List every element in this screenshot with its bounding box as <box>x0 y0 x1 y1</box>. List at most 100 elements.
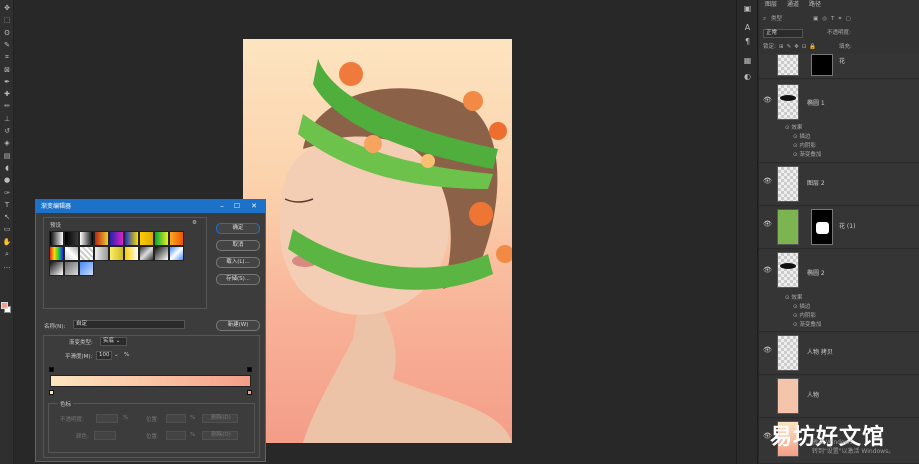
document-artwork[interactable] <box>243 39 512 443</box>
tab-paths[interactable]: 路径 <box>809 0 821 9</box>
visibility-eye-icon[interactable]: 👁 <box>763 346 772 354</box>
history-icon[interactable]: ▣ <box>742 3 753 14</box>
hand-icon[interactable]: ✋ <box>2 238 12 247</box>
layer-row[interactable]: 👁 椭圆 2 ⊙ 效果 ⊙ 描边 ⊙ 内阴影 ⊙ 渐变叠加 <box>759 250 919 332</box>
layer-row[interactable]: 👁 人物 拷贝 <box>759 333 919 375</box>
maximize-icon[interactable]: ☐ <box>231 200 243 213</box>
shape-icon[interactable]: ▭ <box>2 225 12 234</box>
layer-name[interactable]: 人物 <box>807 390 819 399</box>
lock-icons[interactable]: ⊞✎✥⊡🔒 <box>779 42 819 53</box>
effect-inner-shadow[interactable]: ⊙ 内阴影 <box>793 141 816 149</box>
gradient-preset-swatch[interactable] <box>64 261 79 276</box>
blur-icon[interactable]: ◖ <box>2 164 12 173</box>
gradient-icon[interactable]: ▤ <box>2 152 12 161</box>
gradient-preset-swatch[interactable] <box>94 246 109 261</box>
tab-layers[interactable]: 图层 <box>765 0 777 9</box>
effect-stroke[interactable]: ⊙ 描边 <box>793 302 810 310</box>
frame-icon[interactable]: ⊠ <box>2 66 12 75</box>
ok-button[interactable]: 确定 <box>216 223 260 234</box>
eyedropper-icon[interactable]: ✒ <box>2 78 12 87</box>
visibility-eye-icon[interactable]: 👁 <box>763 96 772 104</box>
smoothness-input[interactable]: 100 <box>96 351 112 360</box>
effect-inner-shadow[interactable]: ⊙ 内阴影 <box>793 311 816 319</box>
type-icon[interactable]: T <box>2 201 12 210</box>
healing-icon[interactable]: ✚ <box>2 90 12 99</box>
move-icon[interactable]: ✥ <box>2 4 12 13</box>
color-stop-left[interactable] <box>49 390 54 395</box>
gradient-preset-swatch[interactable] <box>139 231 154 246</box>
effect-stroke[interactable]: ⊙ 描边 <box>793 132 810 140</box>
gradient-preset-swatch[interactable] <box>109 246 124 261</box>
gradient-preset-swatch[interactable] <box>169 231 184 246</box>
lasso-icon[interactable]: ʘ <box>2 29 12 38</box>
layer-row[interactable]: 人物 <box>759 376 919 418</box>
visibility-eye-icon[interactable]: 👁 <box>763 220 772 228</box>
gradient-preset-swatch[interactable] <box>139 246 154 261</box>
history-brush-icon[interactable]: ↺ <box>2 127 12 136</box>
opacity-stop-right[interactable] <box>247 367 252 372</box>
layer-row[interactable]: 👁 椭圆 1 ⊙ 效果 ⊙ 描边 ⊙ 内阴影 ⊙ 渐变叠加 <box>759 80 919 163</box>
layer-name[interactable]: 花 (1) <box>839 221 855 230</box>
pen-icon[interactable]: ✑ <box>2 189 12 198</box>
minimize-icon[interactable]: – <box>216 200 228 213</box>
gradient-preset-swatch[interactable] <box>79 261 94 276</box>
paragraph-icon[interactable]: ¶ <box>742 36 753 47</box>
foreground-color-swatch[interactable] <box>1 302 8 309</box>
marquee-icon[interactable]: ⬚ <box>2 16 12 25</box>
gradient-preset-swatch[interactable] <box>79 246 94 261</box>
gradient-preset-swatch[interactable] <box>64 246 79 261</box>
character-icon[interactable]: A <box>742 22 753 33</box>
gradient-preset-swatch[interactable] <box>49 261 64 276</box>
quick-select-icon[interactable]: ✎ <box>2 41 12 50</box>
layer-name[interactable]: 图层 2 <box>807 178 825 187</box>
effect-gradient-overlay[interactable]: ⊙ 渐变叠加 <box>793 150 821 158</box>
blend-mode-select[interactable]: 正常 <box>763 29 803 38</box>
layer-row[interactable]: 👁 图层 2 <box>759 164 919 206</box>
gradient-preset-swatch[interactable] <box>94 231 109 246</box>
gradient-preset-swatch[interactable] <box>64 231 79 246</box>
kind-filter-select[interactable]: 类型 <box>771 14 782 25</box>
brush-icon[interactable]: ✏ <box>2 102 12 111</box>
color-stop-right[interactable] <box>247 390 252 395</box>
zoom-icon[interactable]: ⌕ <box>2 250 12 259</box>
gradient-preset-swatch[interactable] <box>109 231 124 246</box>
gradient-preset-swatch[interactable] <box>169 246 184 261</box>
more-icon[interactable]: … <box>2 262 12 271</box>
gradient-preset-swatch[interactable] <box>154 231 169 246</box>
layer-mask-thumbnail[interactable] <box>811 54 833 76</box>
gradient-preset-swatch[interactable] <box>49 246 64 261</box>
presets-gear-icon[interactable]: ⚙ <box>192 220 197 226</box>
layer-name[interactable]: 椭圆 2 <box>807 268 825 277</box>
layer-row[interactable]: 👁 花 (1) <box>759 207 919 249</box>
filter-icons[interactable]: ▣◎T⌗▢ <box>813 14 855 25</box>
close-icon[interactable]: ✕ <box>248 200 260 213</box>
layer-name[interactable]: 椭圆 1 <box>807 98 825 107</box>
save-button[interactable]: 存储(S)... <box>216 274 260 285</box>
gradient-preset-swatch[interactable] <box>124 246 139 261</box>
eraser-icon[interactable]: ◈ <box>2 139 12 148</box>
load-button[interactable]: 载入(L)... <box>216 257 260 268</box>
layer-name[interactable]: 花 <box>839 56 845 65</box>
adjustments-icon[interactable]: ◐ <box>742 71 753 82</box>
layer-row[interactable]: 花 <box>759 54 919 79</box>
gradient-preset-swatch[interactable] <box>154 246 169 261</box>
layer-name[interactable]: 人物 拷贝 <box>807 347 833 356</box>
layer-mask-thumbnail[interactable] <box>811 209 833 245</box>
gradient-type-select[interactable]: 实底 ⌄ <box>100 337 127 346</box>
clone-stamp-icon[interactable]: ⊥ <box>2 115 12 124</box>
cancel-button[interactable]: 取消 <box>216 240 260 251</box>
visibility-eye-icon[interactable]: 👁 <box>763 177 772 185</box>
opacity-stop-left[interactable] <box>49 367 54 372</box>
path-select-icon[interactable]: ↖ <box>2 213 12 222</box>
libraries-icon[interactable]: ▦ <box>742 55 753 66</box>
visibility-eye-icon[interactable]: 👁 <box>763 266 772 274</box>
effect-gradient-overlay[interactable]: ⊙ 渐变叠加 <box>793 320 821 328</box>
gradient-preset-swatch[interactable] <box>49 231 64 246</box>
gradient-name-input[interactable]: 自定 <box>73 320 185 329</box>
tab-channels[interactable]: 通道 <box>787 0 799 9</box>
gradient-preset-swatch[interactable] <box>124 231 139 246</box>
gradient-preview-bar[interactable] <box>50 375 251 387</box>
gradient-preset-swatch[interactable] <box>79 231 94 246</box>
dodge-icon[interactable]: ● <box>2 176 12 185</box>
crop-icon[interactable]: ⌗ <box>2 53 12 62</box>
